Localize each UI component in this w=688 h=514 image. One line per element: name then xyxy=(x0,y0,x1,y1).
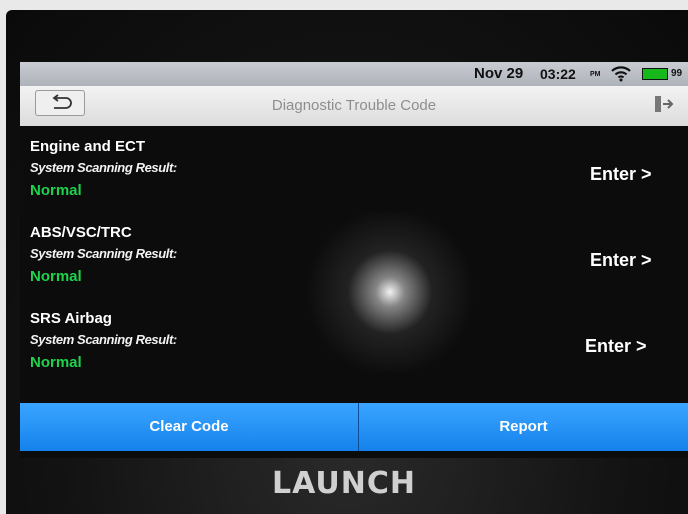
system-scan-label: System Scanning Result: xyxy=(30,332,177,347)
status-date: Nov 29 xyxy=(474,65,524,82)
battery-level: 99 xyxy=(671,68,683,79)
system-item-engine[interactable]: Engine and ECT System Scanning Result: N… xyxy=(30,138,670,218)
clear-code-button[interactable]: Clear Code xyxy=(20,403,359,451)
system-status: Normal xyxy=(30,354,82,371)
system-scan-label: System Scanning Result: xyxy=(30,246,177,261)
title-bar: Diagnostic Trouble Code xyxy=(20,86,688,126)
system-name: ABS/VSC/TRC xyxy=(30,224,132,241)
page-title: Diagnostic Trouble Code xyxy=(271,97,437,114)
system-item-abs[interactable]: ABS/VSC/TRC System Scanning Result: Norm… xyxy=(30,224,670,304)
report-button[interactable]: Report xyxy=(359,403,688,451)
exit-button[interactable] xyxy=(654,95,674,118)
system-status: Normal xyxy=(30,182,82,199)
battery-icon xyxy=(642,68,668,80)
status-ampm: PM xyxy=(590,71,601,78)
exit-icon xyxy=(655,96,674,112)
system-status: Normal xyxy=(30,268,82,285)
status-time: 03:22 xyxy=(540,66,576,82)
system-scan-label: System Scanning Result: xyxy=(30,160,177,175)
system-name: SRS Airbag xyxy=(30,310,112,327)
system-item-srs[interactable]: SRS Airbag System Scanning Result: Norma… xyxy=(30,310,670,390)
enter-button[interactable]: Enter > xyxy=(590,164,652,185)
action-bar: Clear Code Report xyxy=(20,403,688,451)
system-name: Engine and ECT xyxy=(30,138,146,155)
status-bar: Nov 29 03:22 PM 99 xyxy=(20,62,688,86)
brand-logo: LAUNCH xyxy=(271,466,416,501)
device-screen: Nov 29 03:22 PM 99 Diagnostic Trouble Co… xyxy=(20,62,688,458)
wifi-icon xyxy=(610,64,632,87)
enter-button[interactable]: Enter > xyxy=(590,250,652,271)
enter-button[interactable]: Enter > xyxy=(585,336,647,357)
